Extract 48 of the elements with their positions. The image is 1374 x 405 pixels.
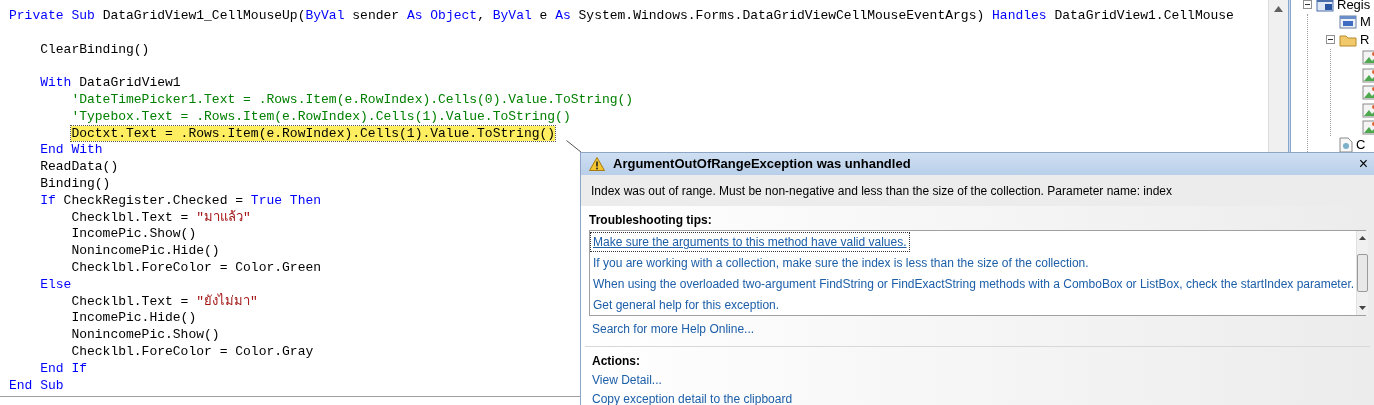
- code-line: End With: [40, 142, 103, 158]
- project-icon: [1316, 0, 1334, 13]
- tree-item-label[interactable]: M: [1360, 15, 1371, 30]
- file-icon: [1339, 136, 1353, 153]
- leader-line: [566, 140, 582, 153]
- close-button[interactable]: ×: [1358, 156, 1368, 172]
- code-line: Else: [40, 276, 72, 292]
- popup-title: ArgumentOutOfRangeException was unhandled: [613, 155, 911, 174]
- code-line: NonincomePic.Hide(): [71, 243, 220, 259]
- tree-item-label[interactable]: R: [1360, 32, 1370, 47]
- scroll-thumb[interactable]: [1357, 254, 1369, 292]
- tip-link[interactable]: If you are working with a collection, make sure the index is less than the size of the collection.: [591, 254, 1091, 273]
- tree-item-label[interactable]: C: [1356, 137, 1366, 152]
- collapse-icon[interactable]: [1326, 35, 1335, 45]
- action-link[interactable]: View Detail...: [592, 371, 662, 390]
- code-line: With DataGridView1: [40, 75, 181, 91]
- tip-link[interactable]: Make sure the arguments to this method have valid values.: [591, 233, 909, 252]
- code-line: Checklbl.Text = "ยังไม่มา": [71, 293, 258, 309]
- code-line: End If: [40, 360, 87, 376]
- code-line: ClearBinding(): [40, 41, 150, 57]
- section-heading: Troubleshooting tips:: [589, 212, 713, 229]
- help-link[interactable]: Search for more Help Online...: [592, 320, 755, 338]
- tree-item-label[interactable]: Regis: [1337, 0, 1371, 12]
- scroll-down-icon[interactable]: [1359, 306, 1367, 310]
- scroll-up-icon[interactable]: [1274, 6, 1283, 12]
- code-line: Checklbl.ForeColor = Color.Gray: [71, 343, 314, 359]
- action-link[interactable]: Copy exception detail to the clipboard: [592, 390, 793, 405]
- code-line: IncomePic.Show(): [71, 226, 197, 242]
- collapse-icon[interactable]: [1303, 0, 1312, 10]
- code-line: Checklbl.Text = "มาแล้ว": [71, 209, 251, 225]
- scrollbar[interactable]: [1356, 231, 1369, 315]
- tip-link[interactable]: When using the overloaded two-argument FindString or FindExactString methods with a ComboBox or ListBox, check the startIndex parameter.: [591, 274, 1357, 293]
- code-line: Checklbl.ForeColor = Color.Green: [71, 259, 322, 275]
- section-heading: Actions:: [592, 353, 641, 370]
- warning-icon: [589, 157, 605, 171]
- code-line: Private Sub DataGridView1_CellMouseUp(ByVal sender As Object, ByVal e As System.Windows.Forms.DataGridViewCellMouseEventArgs) Handles DataGridView1.CellMouse: [9, 8, 1234, 23]
- code-line: IncomePic.Hide(): [71, 310, 197, 326]
- exception-message: Index was out of range. Must be non-negative and less than the size of the collection. Parameter name: index: [591, 182, 1172, 200]
- code-line: 'DateTimePicker1.Text = .Rows.Item(e.RowIndex).Cells(0).Value.ToString(): [71, 92, 634, 107]
- code-line: End Sub: [9, 377, 64, 393]
- tip-link[interactable]: Get general help for this exception.: [591, 295, 782, 314]
- code-line: 'Typebox.Text = .Rows.Item(e.RowIndex).Cells(1).Value.ToString(): [71, 108, 571, 124]
- code-line: NonincomePic.Show(): [71, 327, 220, 343]
- code-line: Binding(): [40, 175, 111, 191]
- code-line: If CheckRegister.Checked = True Then: [40, 192, 322, 208]
- code-line: ReadData(): [40, 159, 119, 175]
- form-icon: [1339, 14, 1357, 31]
- scroll-up-icon[interactable]: [1359, 236, 1367, 240]
